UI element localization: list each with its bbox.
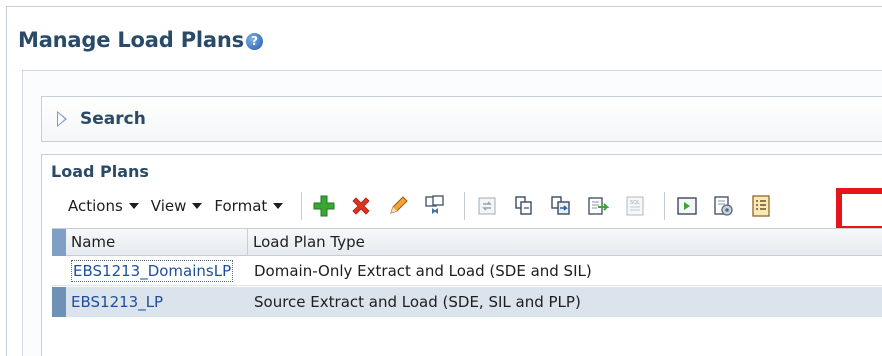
search-label[interactable]: Search — [80, 109, 146, 129]
export-icon[interactable] — [584, 192, 612, 220]
column-header-type[interactable]: Load Plan Type — [248, 229, 882, 256]
load-plan-type: Domain-Only Extract and Load (SDE and SI… — [254, 262, 592, 280]
move-icon[interactable] — [547, 192, 575, 220]
actions-menu[interactable]: Actions — [68, 197, 139, 215]
chevron-down-icon — [192, 203, 203, 209]
format-menu-label: Format — [214, 197, 268, 215]
load-plan-name-link[interactable]: EBS1213_DomainsLP — [66, 256, 248, 286]
view-menu-label: View — [150, 197, 187, 215]
copy-icon[interactable] — [510, 192, 538, 220]
delete-icon[interactable] — [347, 192, 375, 220]
svg-text:SQL: SQL — [630, 200, 640, 206]
load-plan-name-text[interactable]: EBS1213_LP — [71, 293, 163, 311]
schedule-icon[interactable] — [710, 192, 738, 220]
view-menu[interactable]: View — [151, 197, 203, 215]
toolbar-separator — [464, 192, 466, 220]
highlight-annotation — [836, 188, 882, 232]
row-selector[interactable] — [52, 287, 66, 317]
toolbar-separator — [664, 192, 666, 220]
toolbar-separator — [301, 192, 303, 220]
expand-triangle-icon[interactable] — [57, 111, 68, 127]
details-icon[interactable] — [747, 192, 775, 220]
page-title-text: Manage Load Plans — [18, 28, 244, 52]
actions-menu-label: Actions — [68, 197, 123, 215]
sql-icon[interactable]: SQL — [621, 192, 649, 220]
search-section[interactable]: Search — [41, 96, 882, 142]
load-plan-name-link[interactable]: EBS1213_LP — [66, 287, 248, 317]
table-row[interactable]: EBS1213_LP Source Extract and Load (SDE,… — [52, 287, 882, 317]
load-plan-name-text[interactable]: EBS1213_DomainsLP — [71, 260, 234, 282]
add-icon[interactable] — [310, 192, 338, 220]
duplicate-icon[interactable] — [421, 192, 449, 220]
help-icon[interactable]: ? — [245, 32, 263, 50]
edit-icon[interactable] — [384, 192, 412, 220]
execute-icon[interactable] — [673, 192, 701, 220]
load-plans-header: Load Plans — [51, 162, 149, 181]
table-row[interactable]: EBS1213_DomainsLP Domain-Only Extract an… — [52, 256, 882, 286]
page-title: Manage Load Plans ? — [18, 28, 263, 52]
chevron-down-icon — [273, 203, 284, 209]
load-plans-toolbar: Actions View Format SQL — [52, 186, 882, 226]
format-menu[interactable]: Format — [214, 197, 284, 215]
column-header-name[interactable]: Name — [66, 229, 248, 256]
row-selector[interactable] — [52, 256, 66, 286]
load-plan-type: Source Extract and Load (SDE, SIL and PL… — [254, 293, 581, 311]
chevron-down-icon — [128, 203, 139, 209]
table-header: Name Load Plan Type — [52, 228, 882, 256]
refresh-icon[interactable] — [473, 192, 501, 220]
header-row-selector — [52, 229, 66, 256]
load-plans-table: Name Load Plan Type EBS1213_DomainsLP Do… — [52, 228, 882, 356]
